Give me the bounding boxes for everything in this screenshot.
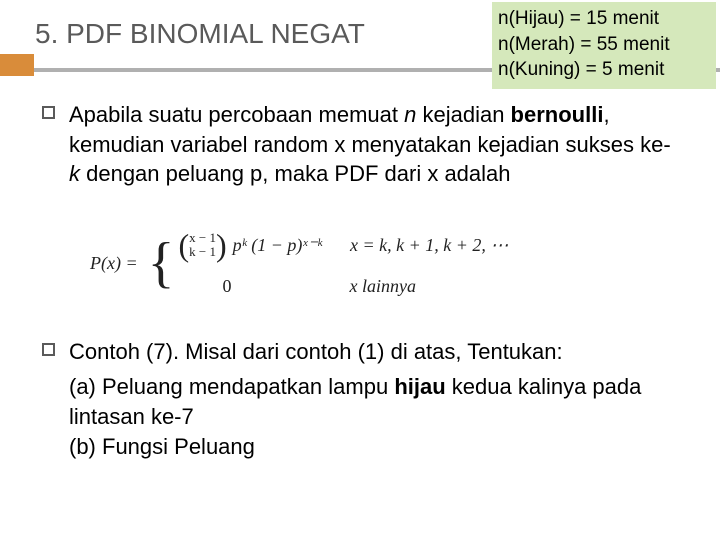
zero: 0 <box>223 276 232 297</box>
bullet-marker <box>42 343 55 356</box>
bullet-1: Apabila suatu percobaan memuat n kejadia… <box>42 100 680 189</box>
timing-note-box: n(Hijau) = 15 menit n(Merah) = 55 menit … <box>492 2 716 89</box>
paren-r: ) <box>216 236 227 255</box>
cond-1: x = k, k + 1, k + 2, ⋯ <box>350 235 508 256</box>
binom-inner: x − 1 k − 1 <box>189 231 216 260</box>
case-1: ( x − 1 k − 1 ) pᵏ (1 − p)ˣ⁻ᵏ x = k, k +… <box>179 231 509 260</box>
binomial-coef: ( x − 1 k − 1 ) <box>179 231 227 260</box>
bullet-2: Contoh (7). Misal dari contoh (1) di ata… <box>42 337 680 462</box>
contoh-line: Contoh (7). Misal dari contoh (1) di ata… <box>69 337 680 367</box>
bullet-marker <box>42 106 55 119</box>
note-line-2: n(Merah) = 55 menit <box>498 32 708 58</box>
px-label: P(x) = <box>90 253 138 274</box>
bullet-2-text: Contoh (7). Misal dari contoh (1) di ata… <box>69 337 680 462</box>
italic-k: k <box>69 161 80 186</box>
binom-bot: k − 1 <box>189 245 216 259</box>
cond-2: x lainnya <box>350 276 416 297</box>
italic-n: n <box>404 102 416 127</box>
paren-l: ( <box>179 236 190 255</box>
case-2: 0 x lainnya <box>179 276 509 297</box>
note-line-3: n(Kuning) = 5 menit <box>498 57 708 83</box>
t: Apabila suatu percobaan memuat <box>69 102 404 127</box>
left-brace: { <box>148 241 175 286</box>
accent-bar <box>0 54 34 76</box>
formula-cases: ( x − 1 k − 1 ) pᵏ (1 − p)ˣ⁻ᵏ x = k, k +… <box>179 231 509 297</box>
note-line-1: n(Hijau) = 15 menit <box>498 6 708 32</box>
formula-expr: pᵏ (1 − p)ˣ⁻ᵏ <box>233 235 322 256</box>
t: kejadian <box>416 102 510 127</box>
t: dengan peluang p, maka PDF dari x adalah <box>80 161 511 186</box>
sub-b: (b) Fungsi Peluang <box>69 432 680 462</box>
pdf-formula: P(x) = { ( x − 1 k − 1 ) pᵏ (1 − p)ˣ⁻ᵏ x… <box>90 231 680 297</box>
slide-content: Apabila suatu percobaan memuat n kejadia… <box>0 72 720 461</box>
binom-top: x − 1 <box>189 231 216 245</box>
t: (a) Peluang mendapatkan lampu <box>69 374 394 399</box>
sub-a: (a) Peluang mendapatkan lampu hijau kedu… <box>69 372 680 431</box>
bullet-1-text: Apabila suatu percobaan memuat n kejadia… <box>69 100 680 189</box>
bold-bernoulli: bernoulli <box>511 102 604 127</box>
bold-hijau: hijau <box>394 374 445 399</box>
